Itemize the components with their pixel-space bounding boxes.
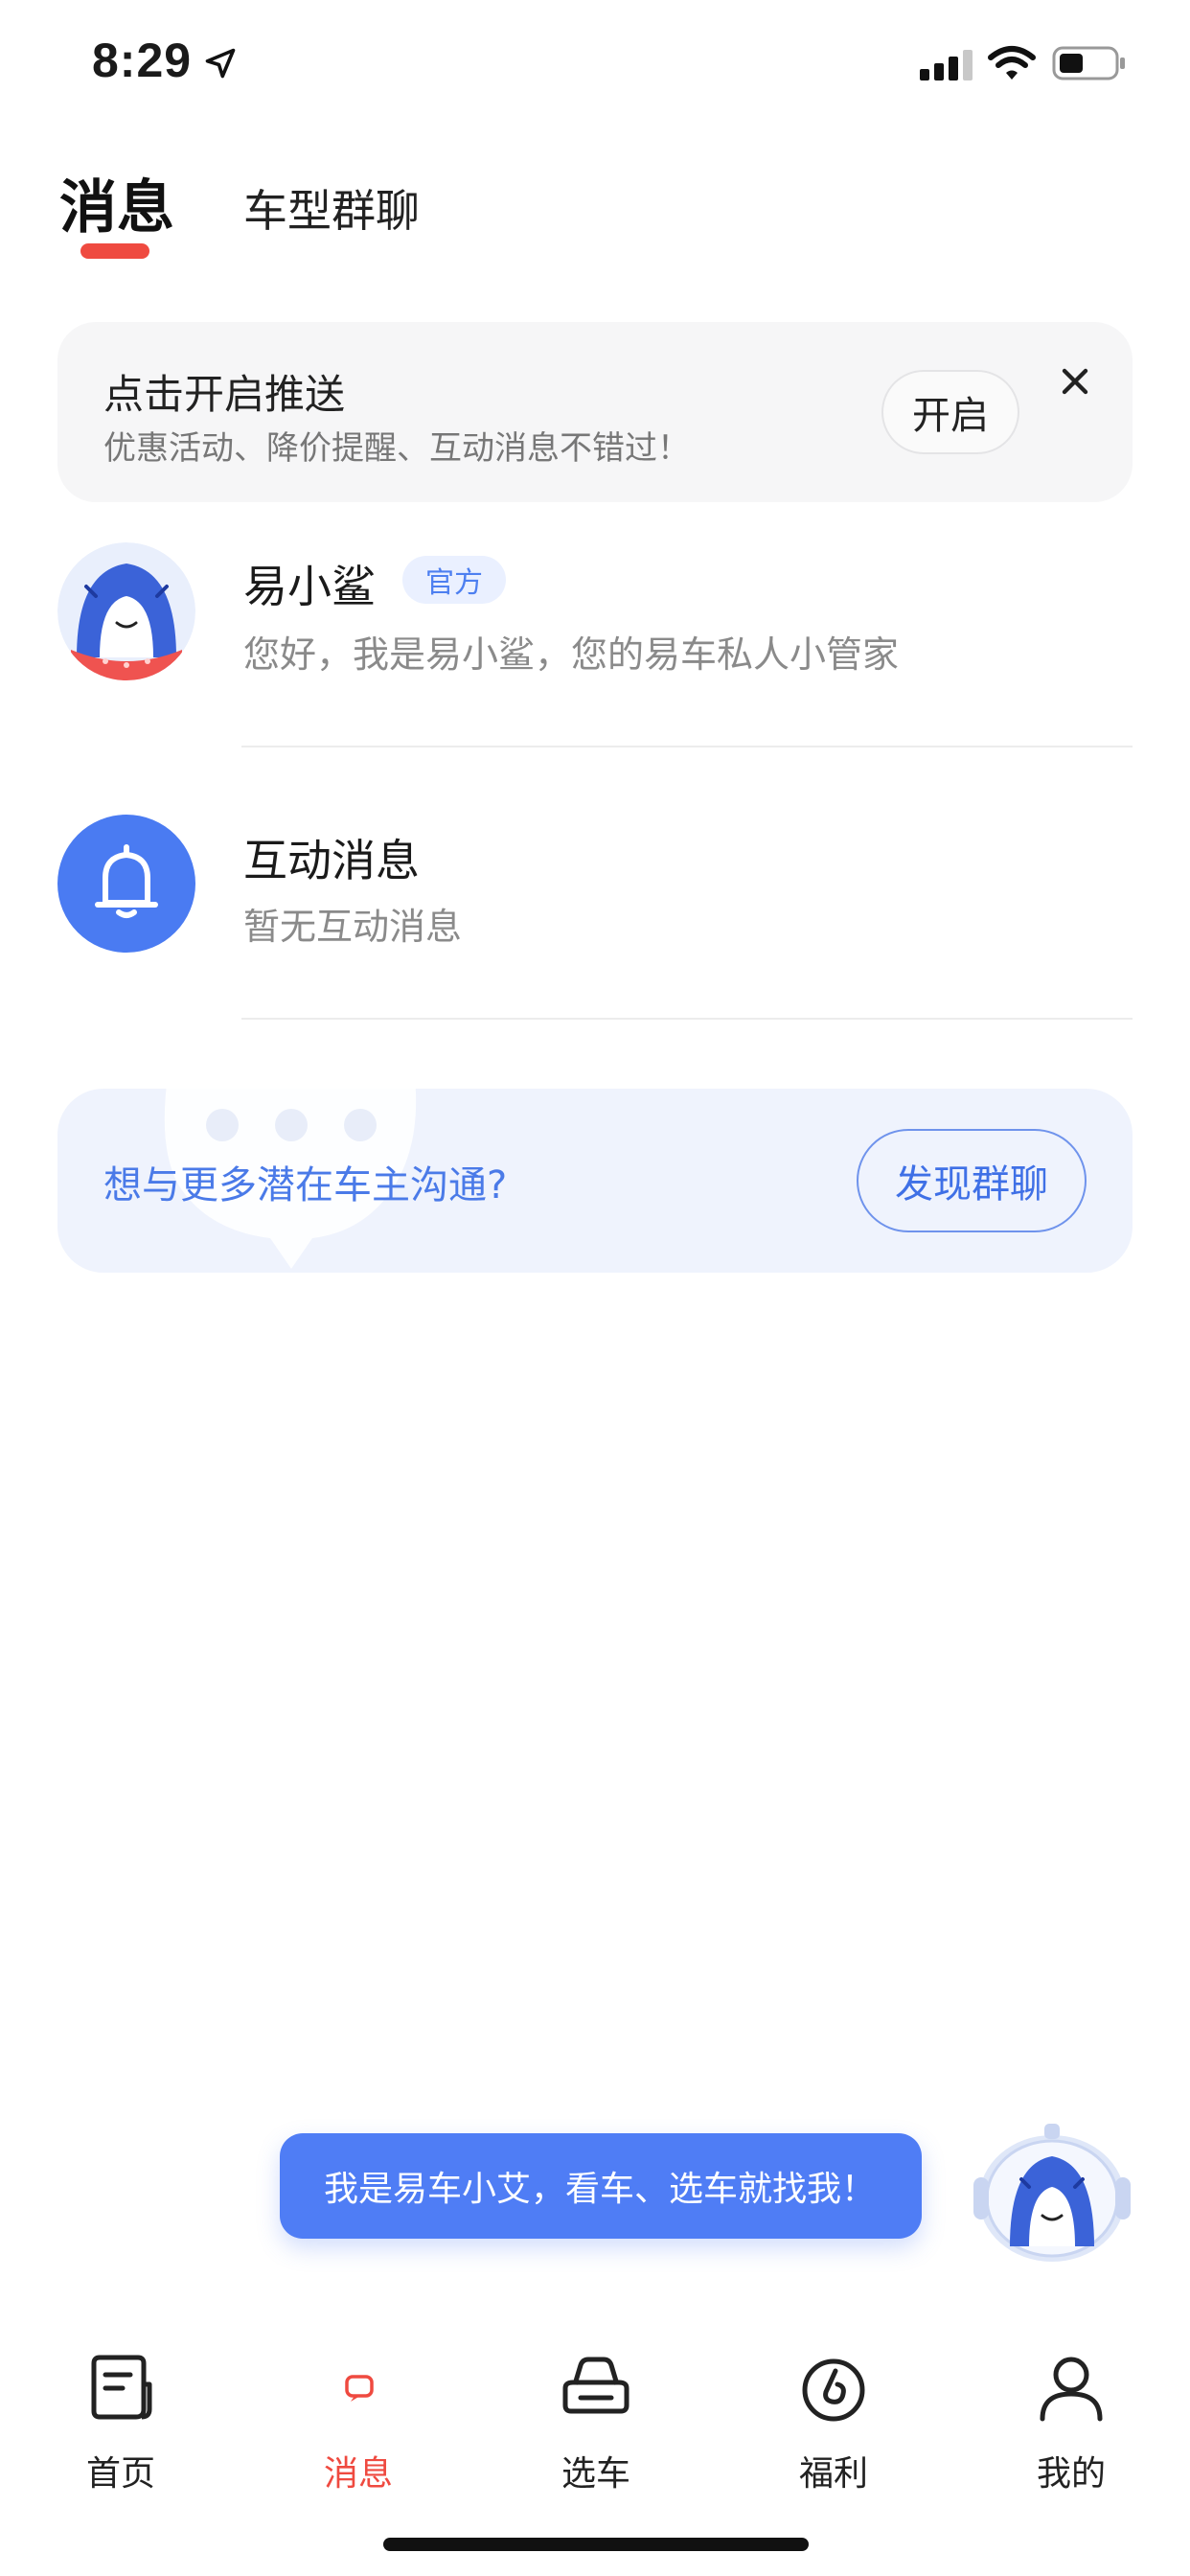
profile-icon (1040, 2357, 1103, 2422)
nav-label: 首页 (85, 2454, 155, 2494)
home-indicator (383, 2538, 809, 2551)
battery-icon (1052, 46, 1125, 80)
push-banner-subtitle: 优惠活动、降价提醒、互动消息不错过！ (103, 429, 690, 468)
bottom-navigation: 首页 消息 选车 福利 我的 (0, 2319, 1190, 2511)
nav-messages[interactable]: 消息 (282, 2338, 435, 2501)
list-item-interactions[interactable]: 互动消息 暂无互动消息 (0, 790, 1190, 1046)
message-icon (345, 2375, 374, 2402)
official-badge: 官方 (402, 556, 506, 604)
nav-label: 我的 (1036, 2454, 1106, 2494)
status-bar: 8:29 (0, 0, 1190, 126)
location-arrow-icon (205, 48, 236, 79)
message-preview: 暂无互动消息 (243, 906, 463, 948)
contact-name: 易小鲨 (243, 561, 376, 612)
discover-group-chat-banner: 想与更多潜在车主沟通? 发现群聊 (57, 1089, 1133, 1273)
nav-label: 选车 (561, 2454, 630, 2494)
nav-label: 消息 (323, 2454, 393, 2494)
tab-model-group-chat[interactable]: 车型群聊 (243, 176, 420, 240)
close-icon[interactable] (1054, 360, 1096, 402)
welfare-icon (802, 2358, 865, 2422)
avatar-interactions (57, 815, 195, 953)
nav-select-car[interactable]: 选车 (519, 2338, 673, 2501)
discover-prompt: 想与更多潜在车主沟通? (103, 1163, 508, 1208)
assistant-robot-icon[interactable] (968, 2118, 1136, 2267)
nav-profile[interactable]: 我的 (995, 2338, 1148, 2501)
shark-mascot-icon (57, 542, 195, 680)
divider (241, 746, 1133, 748)
nav-home[interactable]: 首页 (44, 2338, 197, 2501)
enable-push-button[interactable]: 开启 (881, 370, 1019, 454)
car-icon (562, 2357, 629, 2414)
nav-welfare[interactable]: 福利 (757, 2338, 910, 2501)
active-tab-indicator (80, 243, 149, 259)
divider (241, 1018, 1133, 1020)
avatar-shark (57, 542, 195, 680)
contact-name: 互动消息 (243, 835, 420, 886)
list-item-official-assistant[interactable]: 易小鲨 官方 您好，我是易小鲨，您的易车私人小管家 (0, 518, 1190, 774)
cellular-signal-icon (920, 50, 973, 80)
discover-group-chat-button[interactable]: 发现群聊 (857, 1129, 1087, 1232)
push-banner-title: 点击开启推送 (103, 371, 346, 418)
wifi-icon (988, 46, 1036, 80)
tab-messages[interactable]: 消息 (59, 161, 174, 244)
bell-icon (95, 844, 158, 918)
message-preview: 您好，我是易小鲨，您的易车私人小管家 (243, 633, 900, 676)
push-notification-banner: 点击开启推送 优惠活动、降价提醒、互动消息不错过！ 开启 (57, 322, 1133, 502)
status-time: 8:29 (92, 34, 193, 87)
assistant-tooltip[interactable]: 我是易车小艾，看车、选车就找我！ (280, 2133, 922, 2239)
nav-label: 福利 (798, 2454, 868, 2494)
home-icon (91, 2355, 152, 2420)
